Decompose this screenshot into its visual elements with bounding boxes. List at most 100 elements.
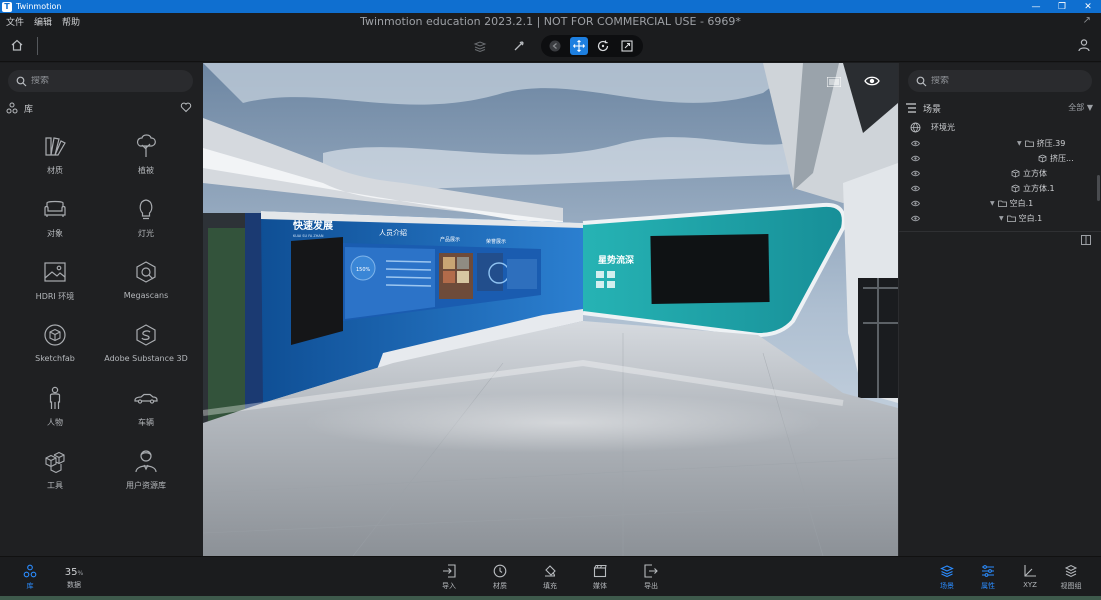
- back-nav-button[interactable]: [546, 37, 563, 55]
- library-item-label: 对象: [47, 229, 63, 238]
- tree-row-label: 立方体: [1023, 169, 1047, 178]
- minimize-icon[interactable]: —: [1023, 0, 1049, 13]
- home-icon[interactable]: [10, 38, 24, 52]
- library-item-label: 植被: [138, 166, 154, 175]
- scene-scrollbar[interactable]: [1097, 175, 1100, 201]
- sofa-icon: [42, 196, 68, 222]
- library-search-input[interactable]: [31, 76, 151, 86]
- expand-caret-icon[interactable]: ▼: [990, 200, 995, 207]
- tree-row-ambient[interactable]: 环境光: [899, 120, 1095, 135]
- menu-edit[interactable]: 编辑: [34, 15, 52, 28]
- tree-row-cube[interactable]: 立方体: [899, 166, 1095, 181]
- visibility-eye-icon[interactable]: [911, 200, 920, 207]
- data-label: 数据: [67, 581, 81, 589]
- view-group-icon: [1064, 564, 1078, 578]
- tree-row-label: 空白.1: [1018, 214, 1043, 223]
- tree-row-empty-1[interactable]: ▼ 空白.1: [899, 196, 1095, 211]
- fill-button[interactable]: 填充: [530, 564, 570, 591]
- panel-divider: [899, 231, 1101, 232]
- visibility-eye-icon[interactable]: [911, 140, 920, 147]
- library-item-megascans[interactable]: Megascans: [101, 259, 191, 309]
- view-group-tab-label: 视图组: [1060, 582, 1082, 590]
- menu-help[interactable]: 帮助: [62, 15, 80, 28]
- scene-render[interactable]: 快速发展 KUAI SU FA ZHAN 人员介绍 产品展示 荣誉展示 150%…: [203, 63, 898, 556]
- library-item-substance[interactable]: Adobe Substance 3D: [101, 322, 191, 372]
- media-button[interactable]: 媒体: [580, 564, 620, 591]
- library-icon: [23, 564, 37, 578]
- view-list-icon[interactable]: [827, 77, 841, 87]
- tree-row-extrude-child[interactable]: 挤压...: [899, 151, 1095, 166]
- library-panel: 库 材质 植被 对象 灯光: [0, 63, 203, 556]
- eyedropper-icon[interactable]: [511, 38, 527, 54]
- visibility-eye-icon[interactable]: [911, 185, 920, 192]
- library-item-hdri[interactable]: HDRI 环境: [10, 259, 100, 309]
- tree-row-label: 立方体.1: [1023, 184, 1055, 193]
- search-icon: [916, 76, 927, 86]
- wall-panel-product: 产品展示: [440, 236, 460, 243]
- visibility-eye-icon[interactable]: [911, 170, 920, 177]
- scene-tab-label: 场景: [940, 582, 954, 590]
- expand-caret-icon[interactable]: ▼: [999, 215, 1004, 222]
- import-button[interactable]: 导入: [429, 564, 469, 591]
- library-item-label: 灯光: [138, 229, 154, 238]
- media-label: 媒体: [593, 582, 607, 590]
- image-icon: [42, 259, 68, 285]
- view-group-tab-button[interactable]: 视图组: [1051, 564, 1091, 591]
- 3d-viewport[interactable]: 快速发展 KUAI SU FA ZHAN 人员介绍 产品展示 荣誉展示 150%…: [203, 63, 898, 556]
- library-item-tools[interactable]: 工具: [10, 448, 100, 498]
- library-item-vegetation[interactable]: 植被: [101, 133, 191, 183]
- scene-search-input[interactable]: [931, 76, 1051, 86]
- library-item-materials[interactable]: 材质: [10, 133, 100, 183]
- folder-icon: [997, 200, 1007, 207]
- tree-row-extrude-39[interactable]: ▼ 挤压.39: [899, 136, 1095, 151]
- properties-tab-button[interactable]: 属性: [968, 564, 1008, 591]
- close-icon[interactable]: ✕: [1075, 0, 1101, 13]
- tree-row-empty-1-child[interactable]: ▼ 空白.1: [899, 211, 1095, 226]
- scene-filter-value: 全部: [1068, 103, 1085, 112]
- person-icon: [42, 385, 68, 411]
- import-icon: [442, 564, 456, 578]
- library-item-user-library[interactable]: 用户资源库: [101, 448, 191, 498]
- xyz-tab-label: XYZ: [1023, 581, 1037, 589]
- library-item-objects[interactable]: 对象: [10, 196, 100, 246]
- restore-icon[interactable]: ❐: [1049, 0, 1075, 13]
- xyz-tab-button[interactable]: XYZ: [1010, 564, 1050, 589]
- cube-icon: [1011, 169, 1020, 178]
- axis-icon: [1023, 564, 1037, 578]
- user-account-icon[interactable]: [1077, 38, 1091, 52]
- split-panel-icon[interactable]: [1081, 235, 1091, 245]
- eye-icon[interactable]: [864, 75, 880, 87]
- bulb-icon: [133, 196, 159, 222]
- layers-tool-icon[interactable]: [472, 38, 488, 54]
- library-item-lights[interactable]: 灯光: [101, 196, 191, 246]
- data-usage[interactable]: 35% 数据: [62, 565, 86, 590]
- heart-icon[interactable]: [180, 101, 192, 113]
- document-title: Twinmotion education 2023.2.1 | NOT FOR …: [360, 15, 741, 28]
- visibility-eye-icon[interactable]: [911, 215, 920, 222]
- folder-icon: [1006, 215, 1016, 222]
- rotate-tool-button[interactable]: [595, 37, 612, 55]
- scene-tab-button[interactable]: 场景: [927, 564, 967, 591]
- menu-bar: 文件 编辑 帮助 Twinmotion education 2023.2.1 |…: [0, 13, 1101, 30]
- library-item-vehicles[interactable]: 车辆: [101, 385, 191, 435]
- scene-filter-dropdown[interactable]: 全部 ▼: [1068, 102, 1093, 113]
- move-tool-button[interactable]: [570, 37, 588, 55]
- library-search: [8, 70, 193, 92]
- sliders-icon: [981, 564, 995, 578]
- scale-tool-button[interactable]: [619, 37, 636, 55]
- expand-caret-icon[interactable]: ▼: [1017, 140, 1022, 147]
- fill-label: 填充: [543, 582, 557, 590]
- materials-button[interactable]: 材质: [480, 564, 520, 591]
- library-tab-button[interactable]: 库: [10, 564, 50, 591]
- folder-icon: [1024, 140, 1034, 147]
- menu-file[interactable]: 文件: [6, 15, 24, 28]
- visibility-eye-icon[interactable]: [911, 155, 920, 162]
- globe-icon: [910, 122, 921, 133]
- library-item-sketchfab[interactable]: Sketchfab: [10, 322, 100, 372]
- export-button[interactable]: 导出: [631, 564, 671, 591]
- layers-icon: [940, 564, 954, 578]
- tree-row-cube-1[interactable]: 立方体.1: [899, 181, 1095, 196]
- fullscreen-icon[interactable]: ↗: [1083, 15, 1091, 26]
- library-item-people[interactable]: 人物: [10, 385, 100, 435]
- export-label: 导出: [644, 582, 658, 590]
